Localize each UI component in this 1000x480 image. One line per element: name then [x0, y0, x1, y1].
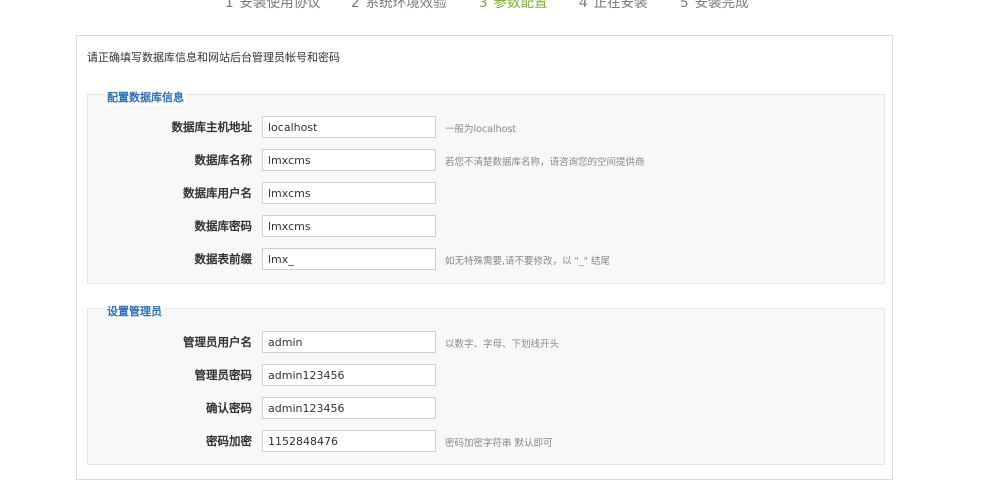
step-label: 安装使用协议: [239, 0, 321, 11]
db-name-input[interactable]: [262, 149, 436, 171]
db-host-input[interactable]: [262, 116, 436, 138]
admin-password-label: 管理员密码: [194, 368, 253, 382]
db-name-row: 数据库名称 若您不清楚数据库名称，请咨询您的空间提供商: [88, 149, 884, 171]
admin-user-row: 管理员用户名 以数字、字母、下划线开头: [88, 331, 884, 353]
db-user-row: 数据库用户名: [88, 182, 884, 204]
db-host-label: 数据库主机地址: [171, 120, 253, 134]
db-prefix-hint: 如无特殊需要,请不要修改，以 "_" 结尾: [445, 256, 611, 267]
admin-user-hint: 以数字、字母、下划线开头: [445, 339, 560, 350]
db-prefix-row: 数据表前缀 如无特殊需要,请不要修改，以 "_" 结尾: [88, 248, 884, 270]
step-number: 5: [680, 0, 689, 11]
admin-password-row: 管理员密码: [88, 364, 884, 386]
password-salt-hint: 密码加密字符串 默认即可: [445, 438, 553, 449]
confirm-password-label: 确认密码: [206, 401, 252, 415]
step-number: 2: [351, 0, 360, 11]
password-salt-input[interactable]: [262, 430, 436, 452]
confirm-password-row: 确认密码: [88, 397, 884, 419]
password-salt-label: 密码加密: [206, 434, 252, 448]
step-number: 3: [479, 0, 488, 11]
db-prefix-label: 数据表前缀: [194, 252, 253, 266]
step-installing: 4 正在安装: [579, 0, 648, 12]
step-number: 1: [225, 0, 234, 11]
admin-user-label: 管理员用户名: [183, 335, 252, 349]
db-prefix-input[interactable]: [262, 248, 436, 270]
config-panel: 请正确填写数据库信息和网站后台管理员帐号和密码 配置数据库信息 数据库主机地址 …: [76, 35, 893, 480]
password-salt-row: 密码加密 密码加密字符串 默认即可: [88, 430, 884, 452]
notice-text: 请正确填写数据库信息和网站后台管理员帐号和密码: [87, 51, 340, 64]
install-steps: 1 安装使用协议 2 系统环境效验 3 参数配置 4 正在安装 5 安装完成: [0, 0, 1000, 14]
db-name-label: 数据库名称: [194, 153, 253, 167]
confirm-password-input[interactable]: [262, 397, 436, 419]
admin-config-group: 设置管理员 管理员用户名 以数字、字母、下划线开头 管理员密码 确认密码 密码加…: [87, 303, 885, 465]
step-label: 参数配置: [493, 0, 548, 11]
step-label: 正在安装: [593, 0, 648, 11]
admin-password-input[interactable]: [262, 364, 436, 386]
db-password-label: 数据库密码: [194, 219, 253, 233]
db-password-input[interactable]: [262, 215, 436, 237]
db-password-row: 数据库密码: [88, 215, 884, 237]
db-user-input[interactable]: [262, 182, 436, 204]
step-label: 系统环境效验: [365, 0, 447, 11]
db-host-hint: 一般为localhost: [445, 124, 517, 135]
db-user-label: 数据库用户名: [183, 186, 252, 200]
step-environment-check: 2 系统环境效验: [351, 0, 447, 12]
db-name-hint: 若您不清楚数据库名称，请咨询您的空间提供商: [445, 157, 645, 168]
db-host-row: 数据库主机地址 一般为localhost: [88, 116, 884, 138]
database-config-group: 配置数据库信息 数据库主机地址 一般为localhost 数据库名称 若您不清楚…: [87, 89, 885, 284]
step-label: 安装完成: [694, 0, 749, 11]
step-number: 4: [579, 0, 588, 11]
admin-config-title: 设置管理员: [105, 303, 164, 319]
step-license-agreement: 1 安装使用协议: [225, 0, 321, 12]
step-parameter-config: 3 参数配置: [479, 0, 548, 12]
step-install-complete: 5 安装完成: [680, 0, 749, 12]
admin-user-input[interactable]: [262, 331, 436, 353]
database-config-title: 配置数据库信息: [105, 89, 186, 105]
